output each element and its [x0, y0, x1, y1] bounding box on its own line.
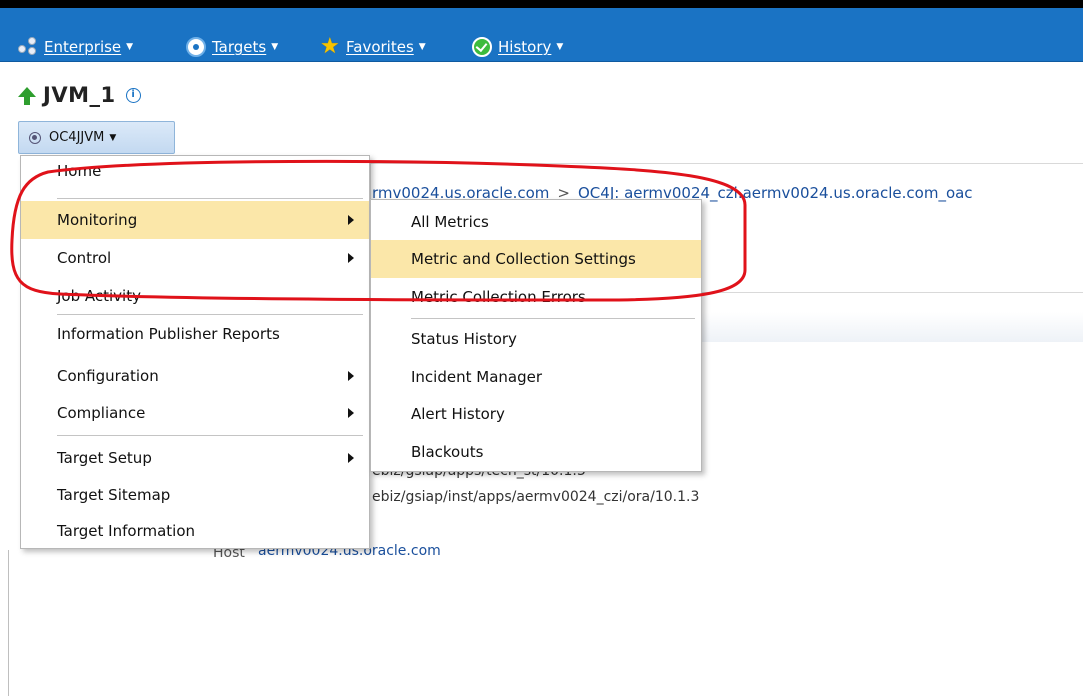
- path-value-2: ebiz/gsiap/inst/apps/aermv0024_czi/ora/1…: [372, 489, 700, 505]
- menu-item-label: Information Publisher Reports: [57, 325, 280, 343]
- top-black-strip: [0, 0, 1083, 8]
- nav-targets[interactable]: Targets ▼: [186, 36, 278, 58]
- submenu-item-metric-and-collection-settings[interactable]: Metric and Collection Settings: [371, 240, 701, 278]
- submenu-arrow-icon: [348, 453, 354, 463]
- menu-item-configuration[interactable]: Configuration: [21, 357, 369, 395]
- content-header-band: [700, 312, 1083, 342]
- nav-targets-label: Targets: [212, 38, 267, 56]
- menu-item-target-information[interactable]: Target Information: [21, 512, 369, 550]
- menu-item-label: Control: [57, 249, 112, 267]
- menu-item-target-setup[interactable]: Target Setup: [21, 439, 369, 477]
- status-up-arrow-icon: [18, 87, 36, 105]
- chevron-down-icon: ▼: [418, 42, 426, 52]
- enterprise-icon: [18, 37, 38, 57]
- menu-item-label: Monitoring: [57, 211, 138, 229]
- submenu-item-label: Blackouts: [411, 443, 484, 461]
- history-icon: [472, 37, 492, 57]
- submenu-item-all-metrics[interactable]: All Metrics: [371, 203, 701, 241]
- monitoring-submenu: All Metrics Metric and Collection Settin…: [370, 199, 702, 472]
- submenu-item-label: Metric and Collection Settings: [411, 250, 636, 268]
- nav-favorites-label: Favorites: [346, 38, 414, 56]
- menu-item-label: Job Activity: [57, 287, 141, 305]
- nav-history-label: History: [498, 38, 552, 56]
- chevron-down-icon: ▼: [109, 132, 117, 143]
- chevron-down-icon: ▼: [126, 42, 134, 52]
- menu-item-label: Target Sitemap: [57, 486, 171, 504]
- chevron-down-icon: ▼: [556, 42, 564, 52]
- submenu-item-blackouts[interactable]: Blackouts: [371, 433, 701, 471]
- submenu-item-status-history[interactable]: Status History: [371, 320, 701, 358]
- menu-item-control[interactable]: Control: [21, 239, 369, 277]
- submenu-arrow-icon: [348, 408, 354, 418]
- submenu-item-incident-manager[interactable]: Incident Manager: [371, 358, 701, 396]
- submenu-item-label: All Metrics: [411, 213, 489, 231]
- target-icon: [29, 131, 41, 144]
- page-title: JVM_1: [43, 83, 116, 107]
- menu-item-target-sitemap[interactable]: Target Sitemap: [21, 476, 369, 514]
- nav-enterprise[interactable]: Enterprise ▼: [18, 36, 133, 58]
- target-dropdown-menu: Home Monitoring Control Job Activity Inf…: [20, 155, 370, 549]
- menu-item-job-activity[interactable]: Job Activity: [21, 277, 369, 315]
- target-menu-button[interactable]: OC4JJVM ▼: [18, 121, 175, 154]
- menu-item-monitoring[interactable]: Monitoring: [21, 201, 369, 239]
- star-icon: ★: [320, 34, 340, 59]
- info-icon[interactable]: i: [125, 87, 141, 103]
- submenu-item-alert-history[interactable]: Alert History: [371, 395, 701, 433]
- menu-separator: [57, 198, 363, 199]
- menu-item-home[interactable]: Home: [21, 156, 369, 186]
- submenu-item-label: Incident Manager: [411, 368, 543, 386]
- submenu-arrow-icon: [348, 215, 354, 225]
- menu-item-label: Target Setup: [57, 449, 152, 467]
- submenu-item-label: Status History: [411, 330, 517, 348]
- nav-history[interactable]: History ▼: [472, 36, 563, 58]
- menu-item-compliance[interactable]: Compliance: [21, 394, 369, 432]
- submenu-arrow-icon: [348, 371, 354, 381]
- target-menu-label: OC4JJVM: [49, 130, 105, 145]
- global-navbar: Enterprise ▼ Targets ▼ ★ Favorites ▼ His…: [0, 8, 1083, 62]
- menu-item-label: Home: [57, 162, 102, 180]
- left-border: [8, 550, 9, 696]
- menu-separator: [57, 435, 363, 436]
- page-header: JVM_1 i: [18, 83, 141, 107]
- nav-favorites[interactable]: ★ Favorites ▼: [320, 36, 426, 58]
- nav-enterprise-label: Enterprise: [44, 38, 122, 56]
- menu-item-information-publisher-reports[interactable]: Information Publisher Reports: [21, 315, 369, 353]
- chevron-down-icon: ▼: [271, 42, 279, 52]
- submenu-item-metric-collection-errors[interactable]: Metric Collection Errors: [371, 278, 701, 316]
- submenu-separator: [411, 318, 695, 319]
- menu-item-label: Target Information: [57, 522, 196, 540]
- menu-item-label: Compliance: [57, 404, 146, 422]
- target-icon: [186, 37, 206, 57]
- submenu-item-label: Metric Collection Errors: [411, 288, 586, 306]
- submenu-arrow-icon: [348, 253, 354, 263]
- submenu-item-label: Alert History: [411, 405, 505, 423]
- menu-item-label: Configuration: [57, 367, 159, 385]
